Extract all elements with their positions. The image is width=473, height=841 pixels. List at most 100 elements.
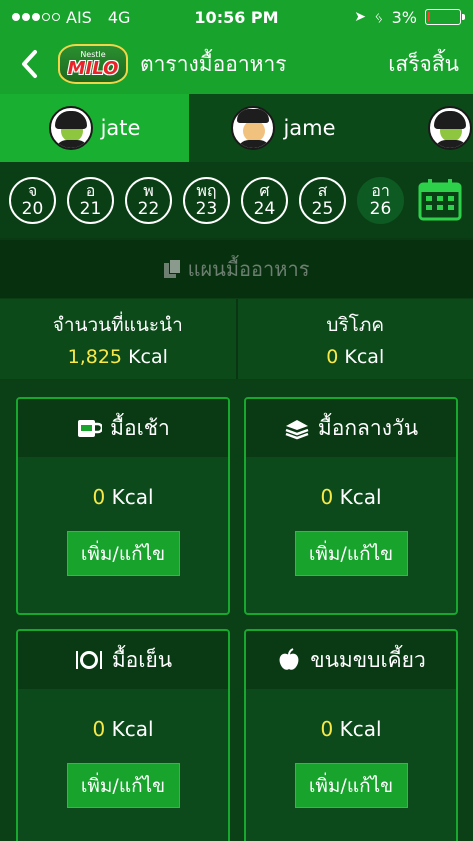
- location-arrow-icon: ➤: [354, 9, 366, 25]
- status-right: ➤ ᛃ 3%: [354, 7, 465, 27]
- meal-plan-label: แผนมื้ออาหาร: [187, 257, 310, 281]
- meal-kcal-number: 0: [92, 717, 106, 741]
- meal-name: มื้อเช้า: [110, 415, 170, 440]
- milo-logo: Nestle MILO: [58, 44, 128, 84]
- profile-name: jame: [283, 116, 336, 140]
- status-left: AIS 4G: [12, 8, 130, 27]
- day-24[interactable]: ศ 24: [241, 176, 288, 224]
- battery-level-fill: [428, 12, 430, 21]
- day-abbr: ส: [317, 181, 328, 200]
- recommended-number: 1,825: [67, 346, 123, 368]
- day-number: 26: [369, 199, 392, 219]
- edit-snack-button[interactable]: เพิ่ม/แก้ไข: [294, 763, 408, 808]
- day-number: 25: [311, 199, 334, 219]
- chevron-left-icon: [22, 50, 37, 78]
- avatar-icon: [428, 106, 472, 150]
- status-bar: AIS 4G 10:56 PM ➤ ᛃ 3%: [0, 0, 473, 34]
- day-selector: จ 20 อ 21 พ 22 พฤ 23 ศ 24 ส 25 อา 26: [0, 162, 473, 238]
- day-22[interactable]: พ 22: [125, 176, 172, 224]
- nav-bar: Nestle MILO ตารางมื้ออาหาร เสร็จสิ้น: [0, 34, 473, 94]
- meal-grid: มื้อเช้า 0 Kcal เพิ่ม/แก้ไข มื้อกลางวัน …: [0, 380, 473, 841]
- day-number: 21: [79, 199, 102, 219]
- meal-name: มื้อเย็น: [111, 647, 173, 672]
- meal-kcal-number: 0: [92, 485, 106, 509]
- meal-kcal: 0 Kcal: [92, 485, 153, 509]
- signal-strength-icon: [12, 13, 60, 21]
- meal-card-snack: ขนมขบเคี้ยว 0 Kcal เพิ่ม/แก้ไข: [244, 629, 458, 841]
- meal-card-dinner: มื้อเย็น 0 Kcal เพิ่ม/แก้ไข: [16, 629, 230, 841]
- consumed-calories: บริโภค 0 Kcal: [235, 299, 473, 379]
- meal-header: มื้อกลางวัน: [246, 399, 456, 457]
- avatar-icon: [231, 106, 276, 150]
- page-title: ตารางมื้ออาหาร: [140, 51, 287, 76]
- meal-kcal-number: 0: [320, 485, 334, 509]
- meal-card-breakfast: มื้อเช้า 0 Kcal เพิ่ม/แก้ไข: [16, 397, 230, 615]
- day-abbr: ศ: [259, 181, 270, 200]
- meal-plan-header[interactable]: แผนมื้ออาหาร: [0, 240, 473, 298]
- consumed-value: 0 Kcal: [326, 346, 384, 368]
- recommended-calories: จำนวนที่แนะนำ 1,825 Kcal: [0, 299, 236, 379]
- logo-name: MILO: [67, 57, 119, 79]
- day-number: 20: [21, 199, 44, 219]
- meal-body: 0 Kcal เพิ่ม/แก้ไข: [18, 689, 228, 808]
- profile-tab-jame[interactable]: jame: [189, 94, 378, 162]
- meal-card-lunch: มื้อกลางวัน 0 Kcal เพิ่ม/แก้ไข: [244, 397, 458, 615]
- network-label: 4G: [107, 7, 131, 27]
- meal-header: มื้อเช้า: [18, 399, 228, 457]
- meal-name: มื้อกลางวัน: [317, 415, 419, 440]
- meal-kcal: 0 Kcal: [92, 717, 153, 741]
- meal-header: ขนมขบเคี้ยว: [246, 631, 456, 689]
- meal-body: 0 Kcal เพิ่ม/แก้ไข: [246, 689, 456, 808]
- meal-kcal: 0 Kcal: [320, 717, 381, 741]
- day-number: 23: [195, 199, 218, 219]
- bluetooth-icon: ᛃ: [374, 7, 384, 27]
- back-button[interactable]: [0, 34, 58, 94]
- unit-label: Kcal: [111, 485, 154, 509]
- unit-label: Kcal: [339, 485, 382, 509]
- edit-lunch-button[interactable]: เพิ่ม/แก้ไข: [294, 531, 408, 576]
- day-25[interactable]: ส 25: [299, 176, 346, 224]
- profile-name: jate: [100, 116, 141, 140]
- avatar-icon: [48, 106, 93, 150]
- unit-label: Kcal: [344, 346, 385, 368]
- sandwich-icon: [285, 420, 309, 440]
- unit-label: Kcal: [128, 346, 168, 368]
- day-23[interactable]: พฤ 23: [183, 176, 230, 224]
- meal-kcal-number: 0: [320, 717, 334, 741]
- copy-icon: [163, 259, 182, 279]
- day-abbr: จ: [27, 181, 38, 200]
- day-abbr: พ: [143, 181, 154, 200]
- plate-cutlery-icon: [75, 651, 102, 669]
- consumed-number: 0: [326, 346, 339, 368]
- calorie-summary: จำนวนที่แนะนำ 1,825 Kcal บริโภค 0 Kcal: [0, 298, 473, 380]
- unit-label: Kcal: [339, 717, 382, 741]
- day-abbr: อา: [371, 181, 390, 200]
- carrier-label: AIS: [66, 7, 92, 27]
- coffee-mug-icon: [78, 420, 103, 437]
- meal-header: มื้อเย็น: [18, 631, 228, 689]
- day-26[interactable]: อา 26: [357, 176, 404, 224]
- unit-label: Kcal: [111, 717, 154, 741]
- meal-kcal: 0 Kcal: [320, 485, 381, 509]
- meal-body: 0 Kcal เพิ่ม/แก้ไข: [246, 457, 456, 576]
- day-number: 22: [137, 199, 160, 219]
- consumed-label: บริโภค: [326, 314, 385, 336]
- battery-percent: 3%: [391, 7, 417, 27]
- recommended-label: จำนวนที่แนะนำ: [52, 314, 183, 336]
- edit-dinner-button[interactable]: เพิ่ม/แก้ไข: [66, 763, 180, 808]
- profile-tabs: jate jame: [0, 94, 473, 162]
- done-button[interactable]: เสร็จสิ้น: [388, 48, 473, 81]
- day-abbr: อ: [85, 181, 96, 200]
- day-number: 24: [253, 199, 276, 219]
- profile-tab-3[interactable]: [378, 94, 473, 162]
- apple-icon: [279, 648, 299, 670]
- profile-tab-jate[interactable]: jate: [0, 94, 189, 162]
- edit-breakfast-button[interactable]: เพิ่ม/แก้ไข: [66, 531, 180, 576]
- recommended-value: 1,825 Kcal: [68, 346, 168, 368]
- day-20[interactable]: จ 20: [9, 176, 56, 224]
- day-21[interactable]: อ 21: [67, 176, 114, 224]
- meal-body: 0 Kcal เพิ่ม/แก้ไข: [18, 457, 228, 576]
- calendar-icon[interactable]: [417, 178, 463, 222]
- battery-icon: [425, 9, 465, 25]
- meal-name: ขนมขบเคี้ยว: [310, 647, 426, 672]
